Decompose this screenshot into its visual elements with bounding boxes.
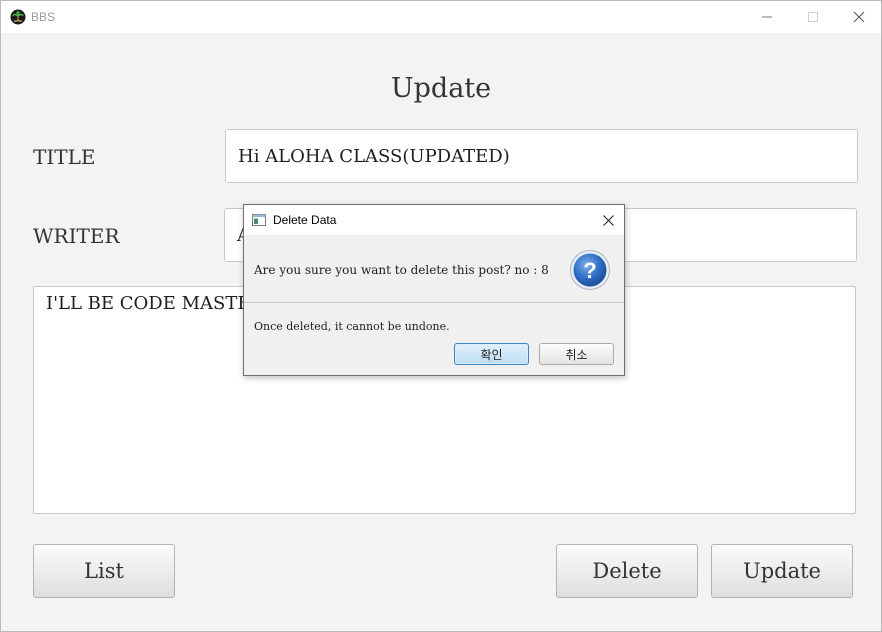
writer-label: WRITER [33,224,120,248]
window-icon [252,213,266,226]
minimize-button[interactable] [744,1,790,33]
ok-button[interactable]: 확인 [454,343,529,365]
title-field[interactable]: Hi ALOHA CLASS(UPDATED) [225,129,858,183]
dialog-close-button[interactable] [596,209,620,231]
title-label: TITLE [33,145,96,169]
bbs-window: BBS Update TITLE Hi ALOHA CLASS(UPDATED)… [0,0,882,632]
close-icon [602,214,614,226]
dialog-question-text: Are you sure you want to delete this pos… [254,263,549,277]
delete-confirm-dialog: Delete Data Are you sure you want to del… [243,204,625,376]
delete-button[interactable]: Delete [556,544,698,598]
maximize-icon [808,12,818,22]
update-button[interactable]: Update [711,544,853,598]
window-titlebar[interactable]: BBS [1,1,881,33]
list-button[interactable]: List [33,544,175,598]
dialog-content-text: Once deleted, it cannot be undone. [254,320,450,333]
dialog-title: Delete Data [273,213,337,227]
question-icon: ? [569,249,611,291]
dialog-titlebar[interactable]: Delete Data [244,205,624,235]
close-button[interactable] [836,1,882,33]
page-title: Update [390,73,492,104]
maximize-button[interactable] [790,1,836,33]
cancel-button[interactable]: 취소 [539,343,614,365]
dialog-header: Are you sure you want to delete this pos… [244,235,624,303]
window-title: BBS [31,10,56,24]
minimize-icon [762,16,772,18]
palm-tree-icon [10,9,26,25]
svg-text:?: ? [583,258,596,283]
close-icon [853,11,865,23]
